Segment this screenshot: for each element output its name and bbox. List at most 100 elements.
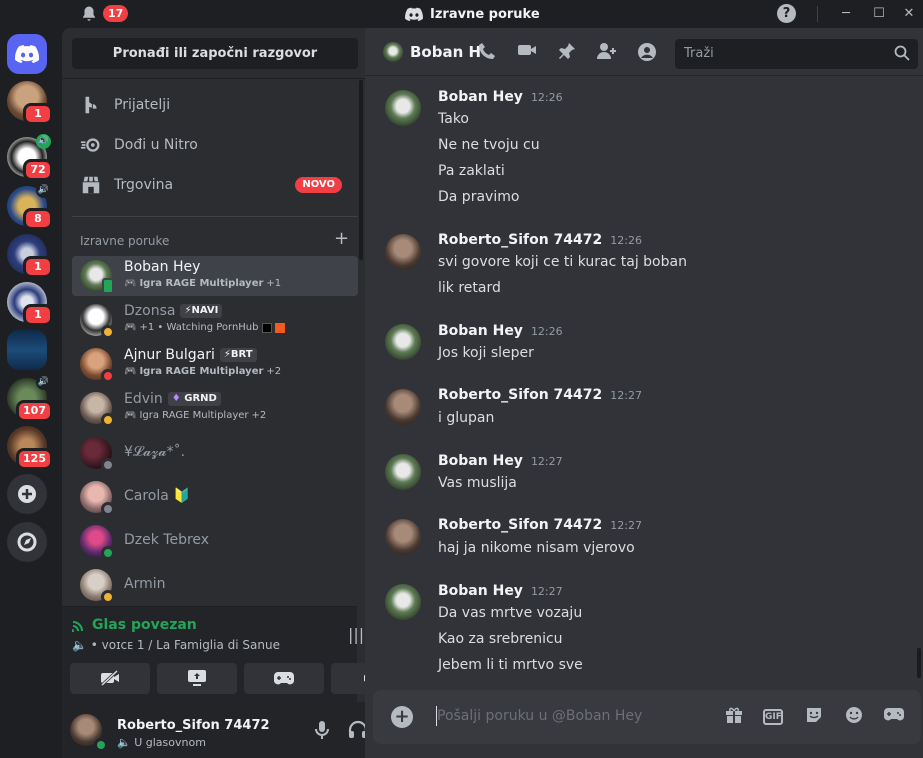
create-dm-icon[interactable]: + [334,228,350,249]
server-icon[interactable]: 🔊 72 [7,134,53,181]
server-icon[interactable]: 🔊 8 [7,183,53,230]
sticker-icon[interactable] [803,706,825,728]
help-icon[interactable]: ? [777,4,796,23]
microphone-icon[interactable] [312,720,332,740]
clan-tag: ⚡NAVI [180,304,223,318]
server-icon[interactable]: 1 [7,282,53,326]
server-mention-badge: 1 [23,304,53,326]
divider [72,216,358,217]
dm-item-armin[interactable]: Armin [72,565,358,605]
server-mention-badge: 107 [16,400,53,422]
online-status-icon [94,738,108,752]
sidebar-scrollbar[interactable] [359,80,363,260]
message-text: Vas muslija [438,475,517,491]
activity-gamepad-icon[interactable] [883,706,905,728]
server-icon[interactable]: 1 [7,81,53,125]
add-friends-to-dm-icon[interactable] [596,42,618,64]
dm-sidebar: Pronađi ili započni razgovor Prijatelji … [62,28,411,758]
user-status-text: 🔈 U glasovnom [117,736,206,749]
sticker-icon-svg [807,708,821,722]
server-mention-badge: 1 [23,256,53,278]
clan-tag: ♦ GRND [167,392,221,406]
close-icon[interactable]: ✕ [899,4,919,24]
message-author[interactable]: Roberto_Sifon 74472 12:27 [438,517,642,533]
dm-activity: 🎮 +1 • Watching PornHub [124,322,285,333]
username[interactable]: Roberto_Sifon 74472 [117,718,270,733]
message-author[interactable]: Roberto_Sifon 74472 12:26 [438,232,642,248]
dm-item-dzonsa[interactable]: Dzonsa ⚡NAVI 🎮 +1 • Watching PornHub [72,300,358,340]
dm-item-boban-hey[interactable]: Boban Hey 🎮 Igra RAGE Multiplayer +1 [72,256,358,296]
signal-icon [72,621,83,632]
avatar[interactable] [385,454,421,490]
screen-share-icon [188,670,206,686]
upload-plus-icon[interactable]: + [391,706,413,728]
dm-item-carola[interactable]: Carola 🔰 [72,477,358,517]
screen-share-button[interactable] [157,663,237,694]
titlebar-divider [817,6,818,22]
message-input[interactable]: Pošalji poruku u @Boban Hey [437,708,642,724]
message-author[interactable]: Boban Hey 12:26 [438,89,563,105]
user-profile-icon[interactable] [636,42,658,64]
server-icon[interactable]: 1 [7,234,53,278]
activities-button[interactable] [244,663,324,694]
plus-icon [18,485,36,503]
bell-icon[interactable] [80,5,98,23]
avatar[interactable] [385,234,421,270]
emoji-icon[interactable] [843,706,865,728]
dm-item-ajnur-bulgari[interactable]: Ajnur Bulgari ⚡BRT 🎮 Igra RAGE Multiplaye… [72,344,358,384]
gamepad-icon: 🎮 [124,278,137,289]
server-mention-badge: 72 [23,159,53,181]
direct-messages-home-button[interactable] [7,34,47,74]
window-title: Izravne poruke [405,5,540,23]
dm-item-laza[interactable]: ¥𝓛𝓪𝔃𝓪*˚. [72,433,358,473]
gif-picker-button[interactable]: GIF [763,709,783,725]
message-author[interactable]: Boban Hey 12:27 [438,453,563,469]
video-call-icon[interactable] [516,42,538,64]
friends-icon [85,96,97,114]
server-icon[interactable]: 🔊 107 [7,375,53,422]
maximize-icon[interactable]: ☐ [869,4,889,24]
search-input[interactable]: Traži [675,39,918,69]
add-server-button[interactable] [7,474,47,514]
dm-name: Dzonsa ⚡NAVI [124,303,223,319]
profile-icon [638,43,656,61]
avatar[interactable] [385,519,421,555]
message-text: Da pravimo [438,189,520,205]
nav-friends[interactable]: Prijatelji [72,85,358,125]
server-icon[interactable] [7,330,47,370]
server-avatar [7,330,47,370]
camera-off-button[interactable] [70,663,150,694]
chat-scrollbar[interactable] [917,648,921,678]
voice-call-icon[interactable] [476,42,498,64]
dm-activity: 🎮 Igra RAGE Multiplayer +2 [124,366,282,377]
dm-name: Ajnur Bulgari ⚡BRT [124,347,257,363]
message-author[interactable]: Boban Hey 12:26 [438,323,563,339]
minimize-icon[interactable]: ─ [836,4,856,24]
pin-icon[interactable] [556,42,578,64]
dm-name: Edvin ♦ GRND [124,391,221,407]
gift-icon[interactable] [723,706,745,728]
avatar[interactable] [385,584,421,620]
dm-item-edvin[interactable]: Edvin ♦ GRND 🎮 Igra RAGE Multiplayer +2 [72,388,358,428]
avatar[interactable] [385,324,421,360]
chat-area: Boban H Traži Boban Hey 12:26 Tako Ne ne … [365,28,923,758]
dm-activity: 🎮 Igra RAGE Multiplayer +1 [124,278,282,289]
message-text: lik retard [438,280,501,296]
message-text: i glupan [438,410,495,426]
nav-shop[interactable]: Trgovina NOVO [72,165,358,205]
pin-icon-svg [559,43,575,59]
message-author[interactable]: Boban Hey 12:27 [438,583,563,599]
server-icon[interactable]: 125 [7,426,53,470]
avatar[interactable] [385,389,421,425]
message-text: Da vas mrtve vozaju [438,605,583,621]
dm-item-dzek-tebrex[interactable]: Dzek Tebrex [72,521,358,561]
gamepad-icon: 🎮 [124,366,137,377]
nitro-icon [80,138,100,152]
message-author[interactable]: Roberto_Sifon 74472 12:27 [438,387,642,403]
avatar[interactable] [385,90,421,126]
speaker-icon: 🔊 [36,134,51,149]
nav-nitro[interactable]: Dođi u Nitro [72,125,358,165]
message-text: Kao za srebrenicu [438,631,563,647]
find-conversation-button[interactable]: Pronađi ili započni razgovor [72,38,358,69]
discover-button[interactable] [7,522,47,562]
